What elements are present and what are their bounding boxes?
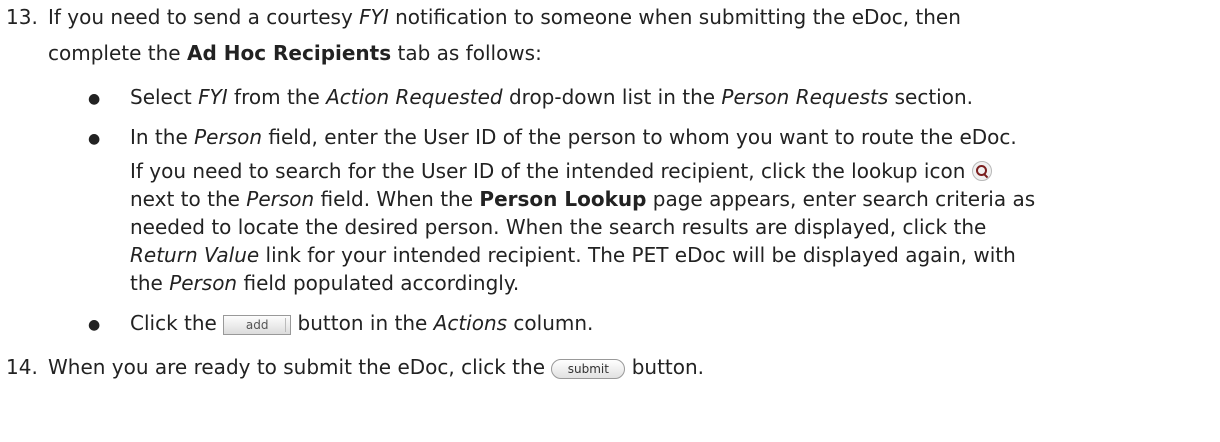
bullet-2-line-2: If you need to search for the User ID of… bbox=[130, 158, 992, 185]
add-button[interactable]: add bbox=[223, 315, 292, 335]
bullet-3-text: Click the add button in the Actions colu… bbox=[130, 311, 594, 335]
step-13-line-1: If you need to send a courtesy FYI notif… bbox=[48, 5, 961, 29]
step-13-line-2: complete the Ad Hoc Recipients tab as fo… bbox=[48, 41, 542, 65]
magnifier-icon bbox=[971, 161, 992, 181]
bullet-2-line-1: In the Person field, enter the User ID o… bbox=[130, 125, 1017, 149]
step-13-number: 13. bbox=[6, 5, 38, 29]
bullet-icon: ● bbox=[88, 131, 101, 147]
bullet-1-text: Select FYI from the Action Requested dro… bbox=[130, 85, 974, 109]
step-14-number: 14. bbox=[6, 355, 38, 379]
bullet-icon: ● bbox=[88, 91, 101, 107]
bullet-2-line-4: needed to locate the desired person. Whe… bbox=[130, 215, 987, 239]
bullet-2-line-3: next to the Person field. When the Perso… bbox=[130, 187, 1036, 211]
bullet-2-line-5: Return Value link for your intended reci… bbox=[130, 243, 1016, 267]
instruction-document: 13. If you need to send a courtesy FYI n… bbox=[0, 0, 1220, 442]
person-lookup-page-name: Person Lookup bbox=[479, 187, 647, 211]
submit-button[interactable]: submit bbox=[551, 359, 626, 379]
return-value-link-name: Return Value bbox=[130, 243, 260, 267]
bullet-2-line-6: the Person field populated accordingly. bbox=[130, 271, 520, 295]
ad-hoc-recipients-tab-name: Ad Hoc Recipients bbox=[186, 41, 392, 65]
bullet-icon: ● bbox=[88, 317, 101, 333]
step-14-text: When you are ready to submit the eDoc, c… bbox=[48, 355, 705, 379]
